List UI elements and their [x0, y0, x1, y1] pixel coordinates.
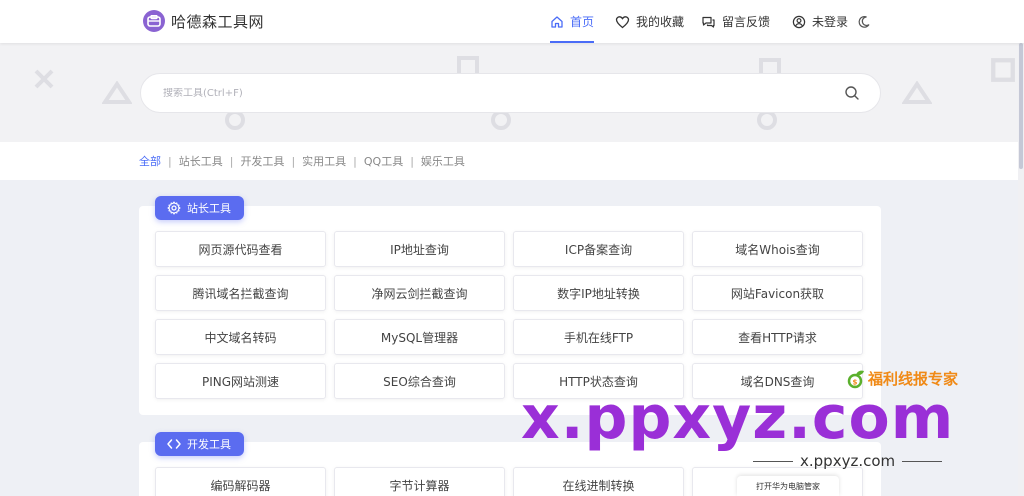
nav-feedback[interactable]: 留言反馈 [701, 0, 770, 43]
user-icon [792, 15, 806, 28]
filter-separator: | [353, 154, 357, 168]
filter-qq[interactable]: QQ工具 [364, 153, 403, 169]
tool-card[interactable]: 中文域名转码 [155, 319, 326, 355]
tool-card[interactable]: 净网云剑拦截查询 [334, 275, 505, 311]
decor-triangle-icon [902, 81, 932, 104]
tool-grid: 网页源代码查看 IP地址查询 ICP备案查询 域名Whois查询 腾讯域名拦截查… [155, 231, 863, 399]
heart-icon [615, 15, 630, 28]
decor-cross-icon [34, 69, 54, 89]
tool-card[interactable]: 手机在线FTP [513, 319, 684, 355]
filter-webmaster[interactable]: 站长工具 [179, 153, 223, 169]
logo-icon [143, 10, 165, 32]
nav-label-feedback: 留言反馈 [722, 15, 771, 29]
page-scrollbar[interactable] [1018, 43, 1024, 496]
watermark-logo-text: x.ppxyz.com [521, 383, 955, 453]
filter-separator: | [410, 154, 414, 168]
nav-label-login: 未登录 [812, 15, 849, 29]
nav-item-feedback[interactable]: 留言反馈 [701, 0, 770, 43]
section-title: 站长工具 [187, 202, 231, 215]
nav-item-home[interactable]: 首页 [550, 0, 595, 43]
section-tag-dev: 开发工具 [155, 432, 244, 456]
tool-card[interactable]: 网页源代码查看 [155, 231, 326, 267]
nav-item-login[interactable]: 未登录 [792, 0, 848, 43]
tool-card[interactable]: ICP备案查询 [513, 231, 684, 267]
top-navbar: 哈德森工具网 首页 我的收藏 留言反馈 未登录 [0, 0, 1024, 43]
tool-card[interactable]: 腾讯域名拦截查询 [155, 275, 326, 311]
decor-square-icon [991, 58, 1015, 82]
section-tag-webmaster: 站长工具 [155, 196, 244, 220]
tool-card[interactable]: 数字IP地址转换 [513, 275, 684, 311]
category-filter: 全部 | 站长工具 | 开发工具 | 实用工具 | QQ工具 | 娱乐工具 [0, 142, 1024, 180]
tool-card[interactable]: PING网站测速 [155, 363, 326, 399]
nav-login[interactable]: 未登录 [792, 0, 848, 43]
chat-icon [702, 16, 715, 28]
code-icon [167, 439, 181, 449]
moon-icon[interactable] [857, 15, 871, 29]
nav-home[interactable]: 首页 [550, 0, 595, 43]
search-icon [845, 86, 859, 100]
tool-card[interactable]: MySQL管理器 [334, 319, 505, 355]
section-title: 开发工具 [187, 438, 231, 451]
tool-card[interactable]: 查看HTTP请求 [692, 319, 863, 355]
watermark-url: x.ppxyz.com [746, 452, 949, 470]
tool-card[interactable]: 域名Whois查询 [692, 231, 863, 267]
home-icon [551, 15, 563, 28]
site-logo[interactable]: 哈德森工具网 [143, 10, 264, 32]
nav-label-favorites: 我的收藏 [636, 15, 685, 29]
filter-dev[interactable]: 开发工具 [240, 153, 284, 169]
site-name: 哈德森工具网 [171, 12, 265, 31]
tool-card[interactable]: 编码解码器 [155, 467, 326, 496]
filter-fun[interactable]: 娱乐工具 [421, 153, 465, 169]
nav-favorites[interactable]: 我的收藏 [615, 0, 684, 43]
watermark-url-text: x.ppxyz.com [800, 452, 896, 470]
nav-label-home: 首页 [570, 15, 595, 29]
tool-card[interactable]: IP地址查询 [334, 231, 505, 267]
filter-separator: | [291, 154, 296, 168]
search-button[interactable] [832, 73, 872, 113]
tool-card[interactable]: 字节计算器 [334, 467, 505, 496]
nav-item-favorites[interactable]: 我的收藏 [615, 0, 684, 43]
gear-icon [167, 201, 181, 215]
search-bar [140, 73, 881, 113]
system-tooltip[interactable]: 打开华为电脑管家 [737, 476, 839, 496]
watermark-logo: x.ppxyz.com [521, 388, 954, 448]
filter-practical[interactable]: 实用工具 [302, 153, 346, 169]
search-input[interactable] [163, 87, 832, 99]
tool-card[interactable]: SEO综合查询 [334, 363, 505, 399]
theme-toggle[interactable] [857, 0, 871, 43]
tool-card[interactable]: 在线进制转换 [513, 467, 684, 496]
decor-triangle-icon [102, 81, 132, 104]
filter-separator: | [168, 154, 172, 168]
filter-all[interactable]: 全部 [139, 153, 161, 169]
scrollbar-thumb[interactable] [1019, 43, 1023, 169]
tool-card[interactable]: 网站Favicon获取 [692, 275, 863, 311]
filter-separator: | [229, 154, 234, 168]
